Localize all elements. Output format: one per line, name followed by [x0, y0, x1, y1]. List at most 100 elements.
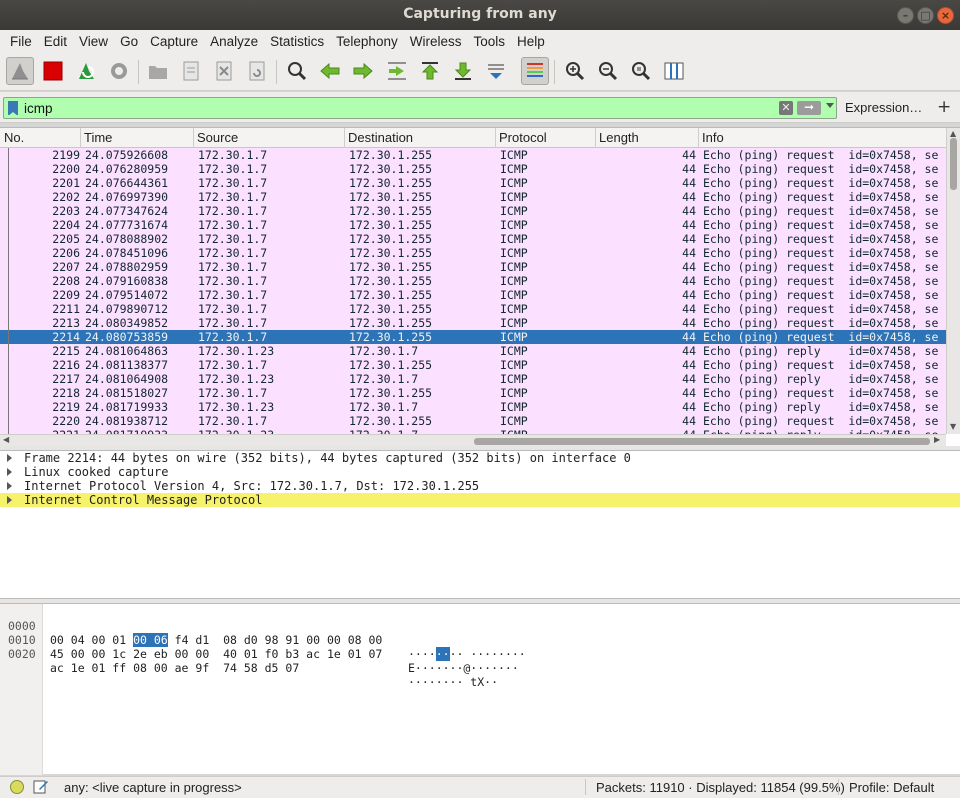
table-row[interactable]: 2217 24.081064908 172.30.1.23 172.30.1.7 ICM…	[0, 372, 946, 386]
autoscroll-icon[interactable]	[482, 57, 510, 85]
bytes-row[interactable]: 0000 00 04 00 01 00 06 f4 d1 08 d0 98 91…	[0, 605, 526, 661]
bytes-row[interactable]: 0010 45 00 00 1c 2e eb 00 00 40 01 f0 b3…	[0, 619, 519, 675]
table-row[interactable]: 2205 24.078088902 172.30.1.7 172.30.1.255 IC…	[0, 232, 946, 246]
bookmark-icon[interactable]	[8, 101, 18, 116]
cell-src: 172.30.1.7	[198, 246, 268, 260]
reload-file-icon[interactable]	[243, 57, 271, 85]
column-header-protocol[interactable]: Protocol	[499, 130, 547, 146]
table-row[interactable]: 2216 24.081138377 172.30.1.7 172.30.1.255 IC…	[0, 358, 946, 372]
normal-size-icon[interactable]	[627, 57, 655, 85]
display-filter-input[interactable]	[24, 99, 764, 117]
cell-proto: ICMP	[500, 232, 528, 246]
find-packet-icon[interactable]	[283, 57, 311, 85]
table-row[interactable]: 2207 24.078802959 172.30.1.7 172.30.1.255 IC…	[0, 260, 946, 274]
selected-ascii[interactable]: ··	[435, 647, 450, 661]
go-back-icon[interactable]	[316, 57, 344, 85]
table-row[interactable]: 2215 24.081064863 172.30.1.23 172.30.1.7 ICM…	[0, 344, 946, 358]
table-row[interactable]: 2202 24.076997390 172.30.1.7 172.30.1.255 IC…	[0, 190, 946, 204]
restart-capture-icon[interactable]	[72, 57, 100, 85]
cell-time: 24.077731674	[85, 218, 169, 232]
menu-telephony[interactable]: Telephony	[330, 34, 404, 49]
table-row[interactable]: 2209 24.079514072 172.30.1.7 172.30.1.255 IC…	[0, 288, 946, 302]
table-row[interactable]: 2199 24.075926608 172.30.1.7 172.30.1.255 IC…	[0, 148, 946, 162]
column-header-destination[interactable]: Destination	[348, 130, 413, 146]
cell-info: Echo (ping) request id=0x7458, se	[703, 190, 939, 204]
table-row[interactable]: 2201 24.076644361 172.30.1.7 172.30.1.255 IC…	[0, 176, 946, 190]
detail-row-linux-cooked[interactable]: Linux cooked capture	[0, 465, 960, 479]
vertical-scroll-thumb[interactable]	[950, 138, 957, 190]
selected-bytes[interactable]: 00 06	[133, 633, 168, 647]
detail-row-ipv4[interactable]: Internet Protocol Version 4, Src: 172.30…	[0, 479, 960, 493]
expand-arrow-icon[interactable]	[7, 454, 12, 462]
table-row[interactable]: 2206 24.078451096 172.30.1.7 172.30.1.255 IC…	[0, 246, 946, 260]
shark-fin-start-icon[interactable]	[6, 57, 34, 85]
menu-statistics[interactable]: Statistics	[264, 34, 330, 49]
menu-view[interactable]: View	[73, 34, 114, 49]
colorize-icon[interactable]	[521, 57, 549, 85]
menu-go[interactable]: Go	[114, 34, 144, 49]
menu-help[interactable]: Help	[511, 34, 551, 49]
zoom-out-icon[interactable]	[594, 57, 622, 85]
table-row[interactable]: 2208 24.079160838 172.30.1.7 172.30.1.255 IC…	[0, 274, 946, 288]
main-toolbar	[0, 53, 960, 91]
cell-src: 172.30.1.7	[198, 358, 268, 372]
close-window-button[interactable]: ×	[937, 7, 954, 24]
table-row[interactable]: 2218 24.081518027 172.30.1.7 172.30.1.255 IC…	[0, 386, 946, 400]
expression-button[interactable]: Expression…	[845, 100, 922, 115]
cell-len: 44	[682, 344, 696, 358]
open-file-icon[interactable]	[144, 57, 172, 85]
apply-filter-icon[interactable]: ➞	[797, 101, 821, 115]
column-header-time[interactable]: Time	[84, 130, 112, 146]
table-row[interactable]: 2213 24.080349852 172.30.1.7 172.30.1.255 IC…	[0, 316, 946, 330]
chevron-down-icon[interactable]	[826, 103, 834, 108]
expert-info-icon[interactable]	[10, 780, 24, 794]
menu-analyze[interactable]: Analyze	[204, 34, 264, 49]
save-file-icon[interactable]	[177, 57, 205, 85]
table-row[interactable]: 2203 24.077347624 172.30.1.7 172.30.1.255 IC…	[0, 204, 946, 218]
resize-columns-icon[interactable]	[660, 57, 688, 85]
add-filter-button[interactable]: +	[937, 97, 951, 117]
menu-tools[interactable]: Tools	[467, 34, 511, 49]
minimize-button[interactable]: –	[897, 7, 914, 24]
cell-dst: 172.30.1.255	[349, 218, 433, 232]
menu-file[interactable]: File	[4, 34, 38, 49]
table-row[interactable]: 2211 24.079890712 172.30.1.7 172.30.1.255 IC…	[0, 302, 946, 316]
capture-options-icon[interactable]	[105, 57, 133, 85]
cell-src: 172.30.1.23	[198, 344, 275, 358]
table-row[interactable]: 2220 24.081938712 172.30.1.7 172.30.1.255 IC…	[0, 414, 946, 428]
zoom-in-icon[interactable]	[561, 57, 589, 85]
cell-info: Echo (ping) request id=0x7458, se	[703, 148, 939, 162]
maximize-button[interactable]: □	[917, 7, 934, 24]
go-to-packet-icon[interactable]	[383, 57, 411, 85]
bytes-row[interactable]: 0020 ac 1e 01 ff 08 00 ae 9f 74 58 d5 07…	[0, 633, 498, 689]
go-last-packet-icon[interactable]	[449, 57, 477, 85]
table-row[interactable]: 2204 24.077731674 172.30.1.7 172.30.1.255 IC…	[0, 218, 946, 232]
menu-edit[interactable]: Edit	[38, 34, 73, 49]
menu-capture[interactable]: Capture	[144, 34, 204, 49]
table-row-selected[interactable]: 2214 24.080753859 172.30.1.7 172.30.1.255 IC…	[0, 330, 946, 344]
column-header-info[interactable]: Info	[702, 130, 724, 146]
detail-row-frame[interactable]: Frame 2214: 44 bytes on wire (352 bits),…	[0, 451, 960, 465]
expand-arrow-icon[interactable]	[7, 468, 12, 476]
profile-label[interactable]: Profile: Default	[849, 780, 934, 795]
vertical-scrollbar[interactable]: ▲ ▼	[946, 128, 960, 434]
column-header-source[interactable]: Source	[197, 130, 238, 146]
horizontal-scroll-thumb[interactable]	[474, 438, 930, 445]
menu-wireless[interactable]: Wireless	[404, 34, 468, 49]
detail-row-icmp[interactable]: Internet Control Message Protocol	[0, 493, 960, 507]
column-header-length[interactable]: Length	[599, 130, 639, 146]
column-header-no[interactable]: No.	[4, 130, 24, 146]
cell-time: 24.080349852	[85, 316, 169, 330]
clear-filter-icon[interactable]: ✕	[779, 101, 793, 115]
go-forward-icon[interactable]	[349, 57, 377, 85]
related-packet-marker	[8, 372, 9, 386]
expand-arrow-icon[interactable]	[7, 496, 12, 504]
close-file-icon[interactable]	[210, 57, 238, 85]
cell-len: 44	[682, 190, 696, 204]
capture-comment-icon[interactable]	[33, 779, 49, 794]
expand-arrow-icon[interactable]	[7, 482, 12, 490]
table-row[interactable]: 2219 24.081719933 172.30.1.23 172.30.1.7 ICM…	[0, 400, 946, 414]
go-first-packet-icon[interactable]	[416, 57, 444, 85]
stop-capture-icon[interactable]	[39, 57, 67, 85]
table-row[interactable]: 2200 24.076280959 172.30.1.7 172.30.1.255 IC…	[0, 162, 946, 176]
